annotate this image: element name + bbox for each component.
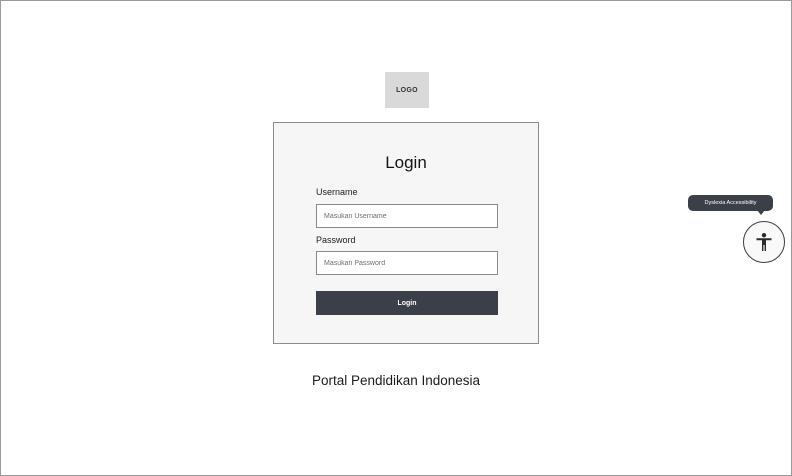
username-input[interactable]	[316, 204, 498, 228]
login-title: Login	[385, 153, 427, 172]
dyslexia-accessibility-button[interactable]	[743, 221, 785, 263]
tooltip-arrow	[757, 210, 765, 215]
accessibility-tooltip-text: Dyslexia Accessibility	[704, 200, 757, 206]
logo-placeholder: LOGO	[385, 72, 429, 108]
login-page: LOGO Login Username Password Login Porta…	[0, 0, 792, 476]
portal-title: Portal Pendidikan Indonesia	[311, 373, 481, 388]
accessibility-tooltip: Dyslexia Accessibility	[688, 195, 773, 211]
logo-text: LOGO	[396, 86, 418, 94]
password-input[interactable]	[316, 251, 498, 275]
login-card: Login Username Password Login	[273, 122, 539, 344]
username-label: Username	[316, 187, 358, 197]
accessibility-person-icon	[756, 233, 772, 251]
password-label: Password	[316, 235, 356, 245]
login-button[interactable]: Login	[316, 291, 498, 315]
